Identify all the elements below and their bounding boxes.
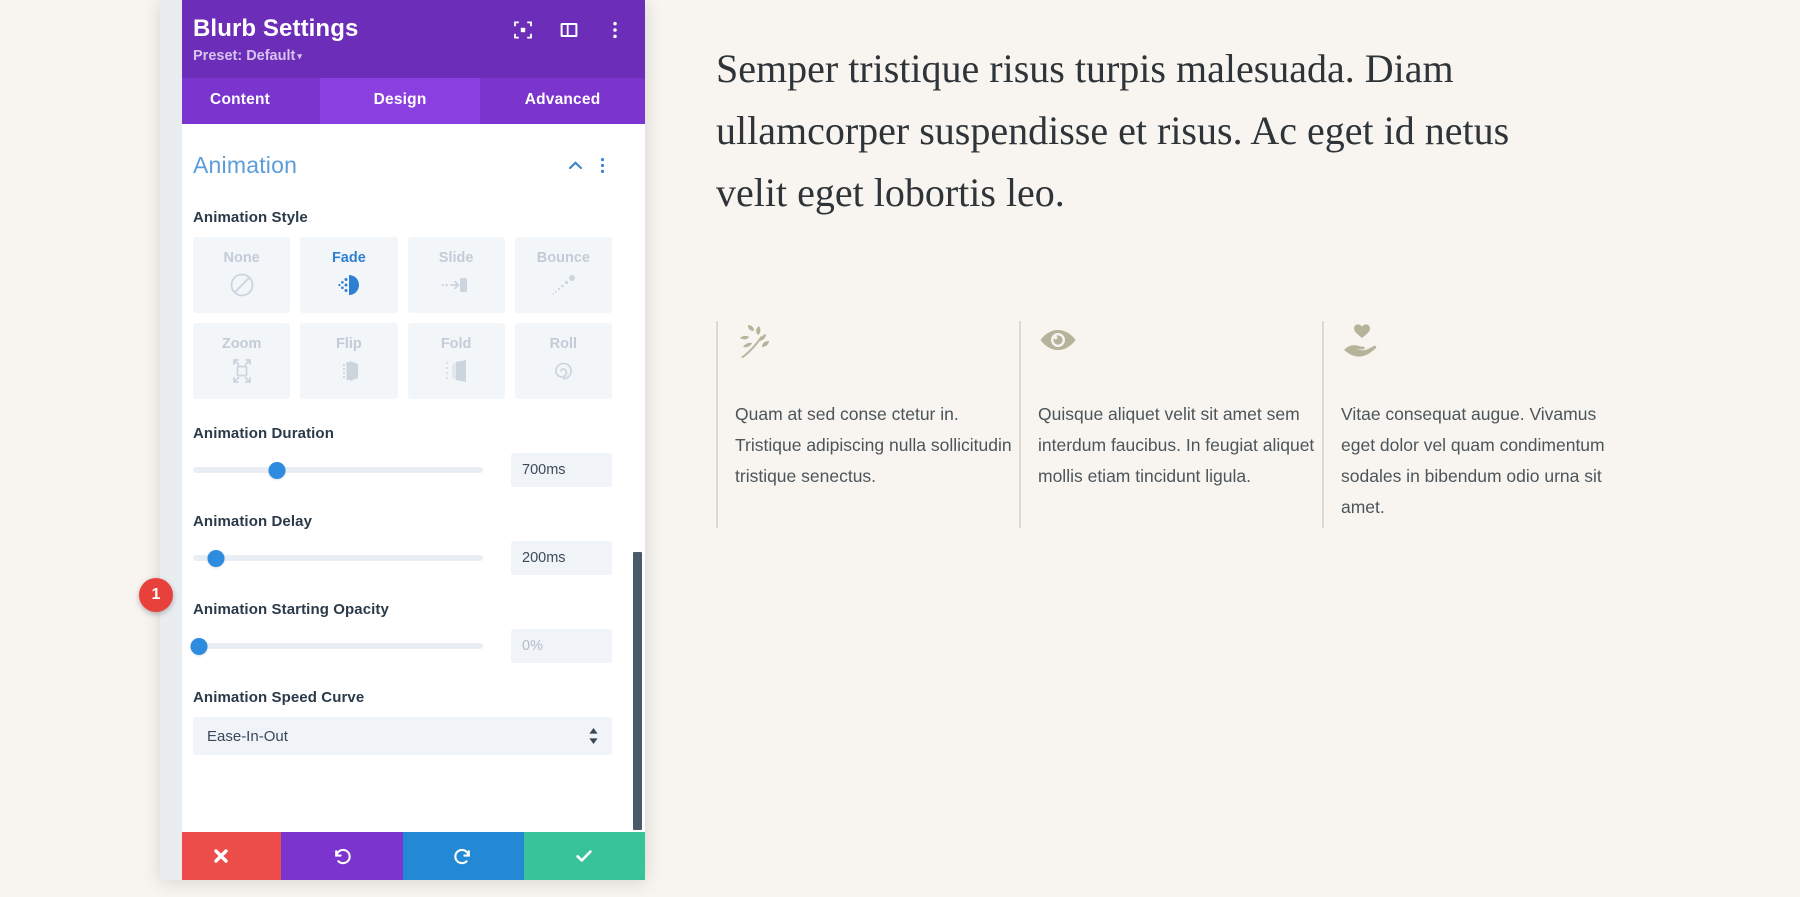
- option-label: Fold: [440, 336, 472, 353]
- slider-track: [193, 467, 483, 474]
- panel-layout-icon[interactable]: [559, 20, 579, 40]
- option-label: Roll: [549, 336, 578, 353]
- slider-thumb[interactable]: [190, 637, 208, 655]
- save-button[interactable]: [523, 832, 645, 880]
- option-label: Fade: [331, 250, 366, 267]
- animation-duration-row: 700ms: [193, 453, 612, 488]
- tab-advanced[interactable]: Advanced: [480, 78, 645, 124]
- animation-delay-slider[interactable]: [193, 546, 483, 570]
- none-icon: [227, 270, 257, 300]
- animation-style-label: Animation Style: [193, 209, 308, 227]
- option-label: Flip: [335, 336, 362, 353]
- animation-delay-label: Animation Delay: [193, 513, 313, 531]
- slider-thumb[interactable]: [268, 461, 286, 479]
- blurb-item: Quisque aliquet velit sit amet sem inter…: [1019, 321, 1322, 528]
- animation-opacity-input[interactable]: 0%: [511, 629, 612, 664]
- slider-track: [193, 643, 483, 650]
- more-options-icon[interactable]: [593, 156, 612, 175]
- hero-heading: Semper tristique risus turpis malesuada.…: [716, 46, 1510, 215]
- option-label: Zoom: [221, 336, 262, 353]
- tab-design[interactable]: Design: [320, 78, 481, 125]
- modal-footer: [160, 832, 645, 880]
- animation-option-fade[interactable]: Fade: [300, 237, 398, 314]
- blurb-text: Vitae consequat augue. Vivamus eget dolo…: [1341, 404, 1605, 518]
- animation-speed-curve-label: Animation Speed Curve: [193, 689, 365, 707]
- undo-icon: [332, 846, 352, 866]
- roll-icon: [548, 356, 578, 386]
- bounce-icon: [548, 270, 578, 300]
- option-label: None: [223, 250, 260, 267]
- tab-content[interactable]: Content: [160, 78, 320, 124]
- animation-duration-label: Animation Duration: [193, 425, 334, 443]
- animation-option-zoom[interactable]: Zoom: [193, 323, 291, 400]
- close-icon: [211, 846, 231, 866]
- modal-header: Blurb Settings Preset: Default ▾: [160, 0, 645, 79]
- annotation-badge-1: 1: [139, 578, 173, 612]
- panel-scrollbar[interactable]: [633, 552, 642, 831]
- option-label: Bounce: [536, 250, 590, 267]
- redo-button[interactable]: [402, 832, 524, 880]
- blurb-item: Quam at sed conse ctetur in. Tristique a…: [716, 321, 1019, 528]
- animation-duration-slider[interactable]: [193, 458, 483, 482]
- animation-opacity-label: Animation Starting Opacity: [193, 601, 389, 619]
- blurb-text: Quisque aliquet velit sit amet sem inter…: [1038, 404, 1315, 487]
- preset-selector[interactable]: Preset: Default ▾: [193, 48, 623, 64]
- modal-body: Animation Animation Style None Fade Slid…: [160, 124, 645, 832]
- animation-delay-input[interactable]: 200ms: [511, 541, 612, 576]
- flip-icon: [334, 356, 364, 386]
- blurb-row: Quam at sed conse ctetur in. Tristique a…: [716, 321, 1756, 528]
- chevron-down-icon: ▾: [297, 51, 302, 62]
- animation-delay-row: 200ms: [193, 541, 612, 576]
- slider-thumb[interactable]: [207, 549, 225, 567]
- modal-tabs: Content Design Advanced: [160, 78, 645, 125]
- leaf-icon: [735, 321, 775, 361]
- zoom-icon: [227, 356, 257, 386]
- screen-root: Semper tristique risus turpis malesuada.…: [0, 0, 1800, 897]
- check-icon: [574, 846, 594, 866]
- undo-button[interactable]: [281, 832, 403, 880]
- animation-opacity-slider[interactable]: [190, 634, 483, 658]
- option-label: Slide: [438, 250, 474, 267]
- chevron-up-icon[interactable]: [566, 156, 585, 175]
- animation-option-bounce[interactable]: Bounce: [514, 237, 612, 314]
- animation-speed-curve-select[interactable]: Ease-In-Out: [193, 717, 612, 756]
- redo-icon: [453, 846, 473, 866]
- animation-option-roll[interactable]: Roll: [514, 323, 612, 400]
- select-arrows-icon: [588, 727, 599, 745]
- more-options-icon[interactable]: [605, 20, 625, 40]
- heart-hand-icon: [1341, 321, 1381, 361]
- blurb-item: Vitae consequat augue. Vivamus eget dolo…: [1322, 321, 1625, 528]
- fold-icon: [441, 356, 471, 386]
- animation-option-none[interactable]: None: [193, 237, 291, 314]
- section-title: Animation: [193, 152, 298, 179]
- blurb-settings-modal: Blurb Settings Preset: Default ▾ Content…: [160, 0, 645, 880]
- page-content: Semper tristique risus turpis malesuada.…: [716, 0, 1756, 897]
- animation-section-header: Animation: [193, 124, 612, 183]
- animation-duration-input[interactable]: 700ms: [511, 453, 612, 488]
- eye-icon: [1038, 321, 1078, 361]
- blurb-text: Quam at sed conse ctetur in. Tristique a…: [735, 404, 1012, 487]
- animation-option-slide[interactable]: Slide: [407, 237, 505, 314]
- preset-label: Preset: Default: [193, 48, 296, 65]
- animation-option-flip[interactable]: Flip: [300, 323, 398, 400]
- slider-track: [193, 555, 483, 562]
- header-icon-group: [513, 20, 625, 40]
- focus-icon[interactable]: [513, 20, 533, 40]
- select-value: Ease-In-Out: [207, 727, 288, 745]
- slide-icon: [441, 270, 471, 300]
- animation-opacity-row: 0%: [190, 629, 612, 664]
- animation-style-grid: None Fade Slide Bounce Zoom Flip Fold Ro…: [193, 237, 612, 400]
- panel-left-strip: [160, 0, 182, 880]
- fade-icon: [334, 270, 364, 300]
- animation-option-fold[interactable]: Fold: [407, 323, 505, 400]
